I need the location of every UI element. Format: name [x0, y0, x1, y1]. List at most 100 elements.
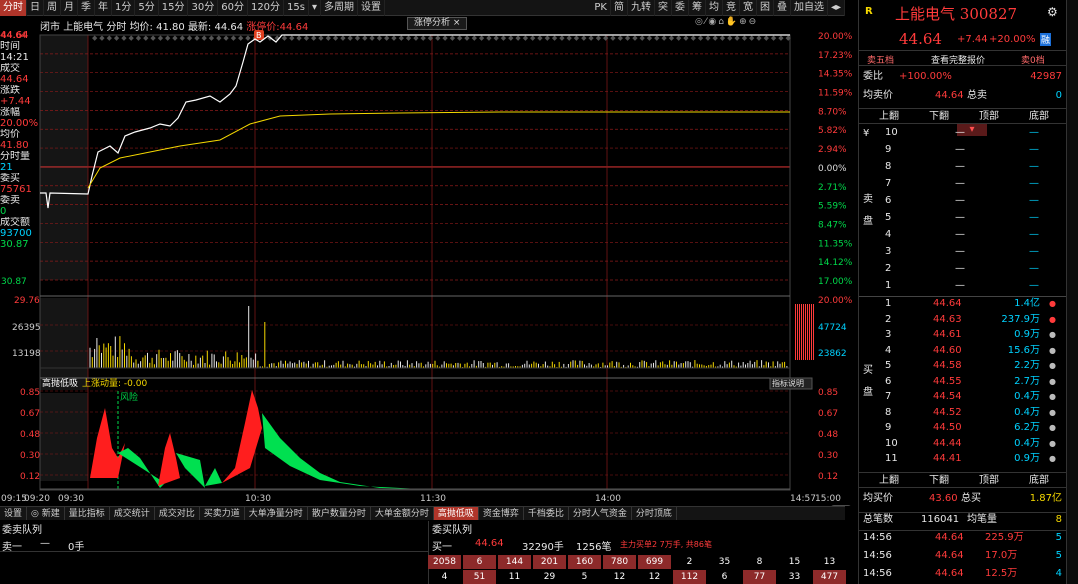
right-edge-strip[interactable]: [1066, 0, 1078, 584]
period-tab[interactable]: 15分: [159, 0, 189, 16]
avg-buy-row: 均买价 43.60 总买 1.87亿: [859, 492, 1066, 506]
indicator-tab[interactable]: 散户数量分时: [308, 507, 371, 520]
sell-zero-button[interactable]: 卖0档: [1021, 53, 1045, 66]
tick-count: 4: [1055, 568, 1062, 579]
marker-diamond: ◆: [245, 34, 251, 42]
period-tab[interactable]: 季: [78, 0, 95, 16]
buy1-label: 买一: [432, 542, 452, 553]
indicator-tab[interactable]: 设置: [0, 507, 28, 520]
tool-tab[interactable]: 九转: [628, 0, 655, 16]
level-num: 9: [885, 422, 892, 433]
tool-tab[interactable]: 困: [757, 0, 774, 16]
level-num: 3: [885, 329, 892, 340]
risk-label: 风险: [120, 391, 138, 403]
premarket-area: [40, 35, 88, 280]
volume-bar: [811, 304, 812, 360]
indicator-tab[interactable]: 分时人气资金: [569, 507, 632, 520]
level-num: 2: [885, 263, 892, 274]
queue-cell: 29: [543, 572, 556, 582]
indicator-tab[interactable]: 成交统计: [110, 507, 155, 520]
sell-level-row: 3 — —: [859, 245, 1066, 259]
period-toolbar: 分时日周月季年 1分 5分 15分 30分 60分 120分 15s ▾ 多周期 设置 PK 简九转突委…: [0, 0, 845, 16]
nav-button[interactable]: 上翻: [879, 474, 899, 488]
level-dash: —: [1029, 161, 1039, 172]
tool-tab[interactable]: 叠: [774, 0, 791, 16]
period-tab[interactable]: 30分: [188, 0, 219, 16]
tool-tab[interactable]: 委: [672, 0, 689, 16]
tool-tab[interactable]: 简: [611, 0, 628, 16]
level-num: 5: [885, 360, 892, 371]
close-icon[interactable]: ×: [453, 18, 461, 28]
chart-tools-icons[interactable]: ◎⁄◉⌂✋⊕⊖: [695, 17, 758, 27]
margin-badge: 融: [1040, 33, 1052, 46]
volume-bar: [813, 304, 814, 360]
buy-level-row: 6 44.55 2.7万 ●: [859, 375, 1066, 389]
full-quote-button[interactable]: 查看完整报价: [931, 53, 985, 66]
tool-tab[interactable]: 宽: [740, 0, 757, 16]
period-tab[interactable]: 设置: [358, 0, 386, 16]
indicator-tab[interactable]: 大单金额分时: [371, 507, 434, 520]
period-tab[interactable]: 周: [44, 0, 61, 16]
tick-volume: 17.0万: [985, 550, 1018, 561]
nav-button[interactable]: 上翻: [879, 110, 899, 124]
nav-button[interactable]: 顶部: [979, 474, 999, 488]
level-dash: —: [955, 127, 965, 138]
indicator-tab[interactable]: 分时顶底: [632, 507, 677, 520]
indicator-tab[interactable]: 千档委比: [524, 507, 569, 520]
period-tab[interactable]: 120分: [248, 0, 285, 16]
period-tab[interactable]: 年: [95, 0, 112, 16]
indicator-tab[interactable]: ◎ 新建: [27, 507, 65, 520]
nav-button[interactable]: 顶部: [979, 110, 999, 124]
vol-tick: 29.76: [14, 296, 40, 306]
nav-button[interactable]: 下翻: [929, 474, 949, 488]
tool-tab[interactable]: 竞: [723, 0, 740, 16]
level-volume: 1.4亿: [1014, 298, 1040, 309]
nav-button[interactable]: 底部: [1029, 110, 1049, 124]
tool-tab[interactable]: 筹: [689, 0, 706, 16]
level-dash: —: [1029, 263, 1039, 274]
period-tab[interactable]: 1分: [112, 0, 136, 16]
status-dot: ●: [1049, 330, 1056, 339]
level-price: 44.61: [933, 329, 962, 340]
period-tab[interactable]: 日: [27, 0, 44, 16]
gear-icon[interactable]: ⚙: [1047, 5, 1058, 19]
chart-border: [39, 34, 791, 491]
tool-tab[interactable]: ◂▸: [828, 0, 845, 16]
indicator-tab[interactable]: 资金博弈: [479, 507, 524, 520]
queue-cell: 4: [441, 572, 448, 582]
period-tab[interactable]: ▾: [309, 0, 322, 16]
indicator-tab[interactable]: 成交对比: [155, 507, 200, 520]
tool-tab[interactable]: 突: [655, 0, 672, 16]
indicator-green-area: [262, 413, 420, 489]
tool-tab[interactable]: 均: [706, 0, 723, 16]
period-tab[interactable]: 分时: [0, 0, 27, 16]
divider: [0, 551, 428, 552]
sell-five-button[interactable]: 卖五档: [867, 53, 894, 66]
period-tab[interactable]: 60分: [218, 0, 248, 16]
level-dash: —: [955, 246, 965, 257]
tool-tab[interactable]: PK: [591, 0, 611, 16]
indicator-tab[interactable]: 量比指标: [65, 507, 110, 520]
status-dot: ●: [1049, 454, 1056, 463]
marker-diamond: ◆: [114, 34, 120, 42]
wb-label: 委比: [863, 71, 883, 82]
avg-sell-value: 44.64: [935, 90, 964, 101]
buy1-volume: 32290手: [522, 542, 564, 553]
nav-button[interactable]: 底部: [1029, 474, 1049, 488]
queue-cell: 699: [638, 555, 671, 569]
nav-button[interactable]: 下翻: [929, 110, 949, 124]
queue-cell: 2058: [428, 555, 461, 569]
indicator-tab[interactable]: 高抛低吸: [433, 507, 479, 520]
time-tick: 14:00: [595, 494, 621, 504]
indicator-tick: 0.30: [818, 451, 838, 461]
tool-tab[interactable]: 加自选: [791, 0, 828, 16]
period-tab[interactable]: 5分: [135, 0, 159, 16]
indicator-tab[interactable]: 买卖力道: [200, 507, 245, 520]
period-tab[interactable]: 月: [61, 0, 78, 16]
pct-tick: 5.82%: [818, 126, 847, 136]
period-tab[interactable]: 多周期: [321, 0, 359, 16]
period-tab[interactable]: 15s: [284, 0, 309, 16]
level-volume: 0.4万: [1014, 437, 1040, 449]
queue-cell: 35: [718, 557, 731, 567]
indicator-tab[interactable]: 大单净量分时: [245, 507, 308, 520]
